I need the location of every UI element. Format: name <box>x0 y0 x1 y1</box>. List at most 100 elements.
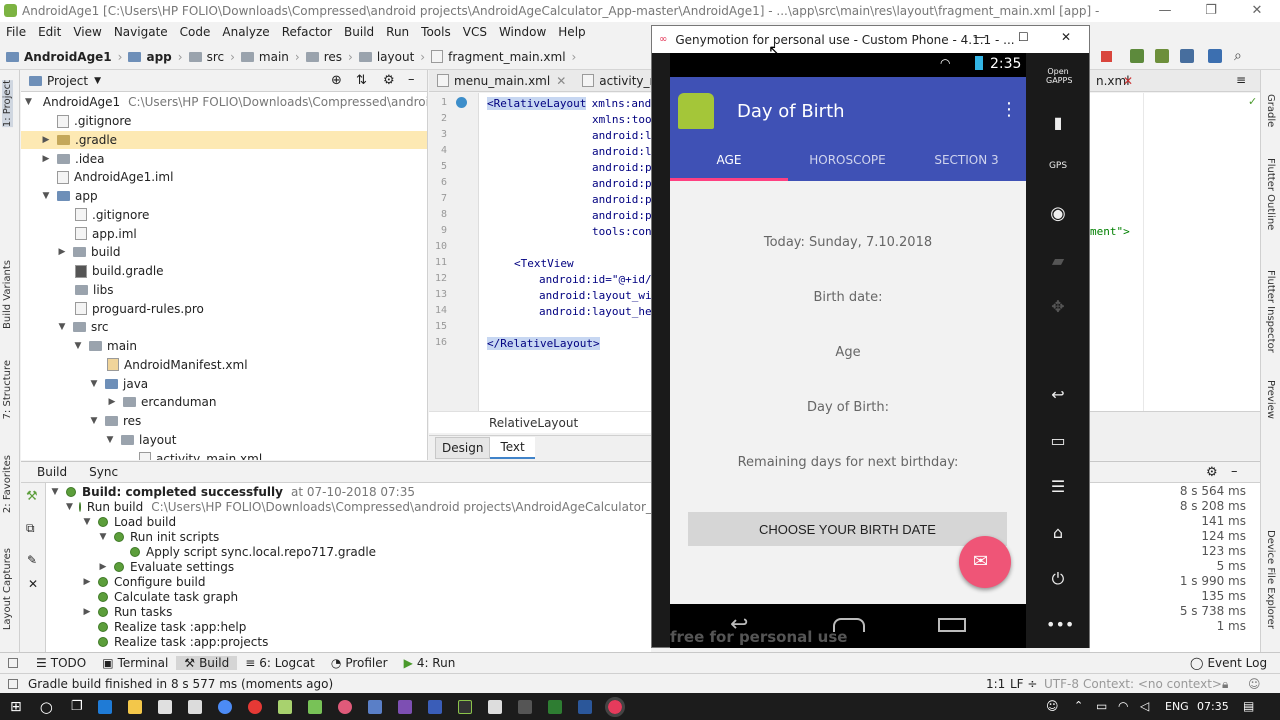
toggle-icon[interactable] <box>8 658 18 668</box>
build-node[interactable]: ▼ Load build <box>46 514 651 529</box>
chevron-down-icon[interactable]: ▼ <box>66 502 73 512</box>
tab-preview[interactable]: Preview <box>1265 380 1276 419</box>
chevron-down-icon[interactable]: ▼ <box>41 191 51 201</box>
opengapps-button[interactable]: Open GAPPS <box>1046 67 1072 91</box>
menu-tools[interactable]: Tools <box>415 25 457 39</box>
target-icon[interactable]: ⊕ <box>331 73 342 88</box>
tab-section-3[interactable]: SECTION 3 <box>907 153 1026 167</box>
tab-structure[interactable]: 7: Structure <box>2 360 13 419</box>
menu-vcs[interactable]: VCS <box>457 25 493 39</box>
menu-button-icon[interactable]: ☰ <box>1046 477 1070 501</box>
tree-item[interactable]: .gitignore <box>21 206 427 225</box>
tab-todo[interactable]: ☰ TODO <box>28 656 94 670</box>
tree-item[interactable]: ▼ layout <box>21 431 427 450</box>
tab-flutter-inspector[interactable]: Flutter Inspector <box>1265 270 1276 353</box>
tab-favorites[interactable]: 2: Favorites <box>2 455 13 513</box>
breadcrumb-layout[interactable]: layout › <box>358 50 425 64</box>
build-node[interactable]: ▶ Evaluate settings <box>46 559 651 574</box>
tree-item-root[interactable]: ▼ AndroidAge1 C:\Users\HP FOLIO\Downloads\… <box>21 93 427 112</box>
menu-help[interactable]: Help <box>552 25 591 39</box>
notepad-icon[interactable] <box>278 699 293 714</box>
tab-gradle[interactable]: Gradle <box>1265 94 1276 127</box>
device-icon[interactable] <box>1180 49 1194 63</box>
file-encoding[interactable]: UTF-8 <box>1044 677 1079 691</box>
lock-icon[interactable]: 🔒︎ <box>1222 677 1228 692</box>
tree-item[interactable]: ▶ build <box>21 243 427 262</box>
android-screen[interactable]: ◠ 2:35 Day of Birth ⋮ AGE HOROSCOPE SECT… <box>670 53 1026 648</box>
tabs-menu-icon[interactable]: ≡ <box>1236 73 1246 87</box>
avd-manager-icon[interactable] <box>1155 49 1169 63</box>
chevron-down-icon[interactable]: ▼ <box>82 517 92 527</box>
tab-flutter-outline[interactable]: Flutter Outline <box>1265 158 1276 230</box>
structure-icon[interactable] <box>1208 49 1222 63</box>
xml-breadcrumb[interactable]: RelativeLayout <box>429 411 651 433</box>
build-node[interactable]: ▼ Run build C:\Users\HP FOLIO\Downloads\Co… <box>46 499 651 514</box>
status-toggle-icon[interactable] <box>8 678 18 689</box>
menu-navigate[interactable]: Navigate <box>108 25 174 39</box>
close-icon[interactable]: ✕ <box>556 74 566 88</box>
menu-build[interactable]: Build <box>338 25 380 39</box>
menu-refactor[interactable]: Refactor <box>276 25 338 39</box>
chevron-right-icon[interactable]: ▶ <box>107 397 117 407</box>
build-node[interactable]: Apply script sync.local.repo717.gradle <box>46 544 651 559</box>
tab-build-variants[interactable]: Build Variants <box>2 260 13 329</box>
action-center-icon[interactable]: ▤ <box>1243 699 1254 713</box>
code-editor[interactable]: 1 2 3 4 5 6 7 8 9 10 11 12 13 14 15 16 <… <box>429 93 652 411</box>
chevron-down-icon[interactable]: ▼ <box>105 435 115 445</box>
chevron-right-icon[interactable]: ▶ <box>82 607 92 617</box>
gear-icon[interactable]: ⚙ <box>1206 465 1218 480</box>
search-icon[interactable]: ⌕ <box>1234 48 1242 64</box>
chevron-right-icon[interactable]: ▶ <box>41 135 51 145</box>
minimize-button[interactable]: — <box>1142 0 1188 22</box>
word-icon[interactable] <box>578 699 593 714</box>
tree-item[interactable]: ▼ res <box>21 412 427 431</box>
minimize-button[interactable]: — <box>974 30 986 44</box>
windows-start-icon[interactable]: ⊞ <box>10 699 22 715</box>
more-vert-icon[interactable]: ⋮ <box>1000 99 1018 120</box>
tab-device-file-explorer[interactable]: Device File Explorer <box>1265 530 1276 629</box>
tree-item[interactable]: app.iml <box>21 224 427 243</box>
mail-icon[interactable] <box>188 699 203 714</box>
maximize-button[interactable]: ☐ <box>1018 30 1029 44</box>
pin-icon[interactable]: ✎ <box>27 553 37 567</box>
clock[interactable]: 07:35 <box>1197 700 1229 713</box>
search-icon[interactable]: ○ <box>40 698 53 716</box>
gear-icon[interactable]: ⚙ <box>383 73 395 88</box>
tab-run[interactable]: ▶ 4: Run <box>396 656 464 670</box>
close-button[interactable]: ✕ <box>1234 0 1280 22</box>
tree-item[interactable]: ▶ ercanduman <box>21 393 427 412</box>
build-node[interactable]: ▼ Build: completed successfully at 07-10-2… <box>46 484 651 499</box>
email-fab[interactable]: ✉ <box>959 536 1011 588</box>
chevron-down-icon[interactable]: ▼ <box>89 379 99 389</box>
tab-horoscope[interactable]: HOROSCOPE <box>788 153 907 167</box>
notification-icon[interactable]: ☺ <box>1248 677 1261 691</box>
people-icon[interactable]: ☺ <box>1046 699 1059 713</box>
menu-window[interactable]: Window <box>493 25 552 39</box>
android-studio-icon[interactable] <box>308 699 323 714</box>
back-button-icon[interactable]: ↩ <box>1046 385 1070 409</box>
menu-view[interactable]: View <box>67 25 107 39</box>
tree-item[interactable]: AndroidAge1.iml <box>21 168 427 187</box>
close-icon[interactable]: ✕ <box>1123 74 1133 88</box>
breadcrumb-file[interactable]: fragment_main.xml › <box>431 50 576 64</box>
build-node[interactable]: Realize task :app:projects <box>46 634 651 649</box>
tab-text[interactable]: Text <box>490 437 535 459</box>
breadcrumb-main[interactable]: main › <box>240 50 300 64</box>
camera-widget-icon[interactable]: ◉ <box>1046 203 1070 227</box>
stop-icon[interactable] <box>1101 51 1112 62</box>
tab-menu-main[interactable]: menu_main.xml ✕ <box>429 70 574 92</box>
build-node[interactable]: Realize task :app:help <box>46 619 651 634</box>
more-icon[interactable]: ••• <box>1046 615 1074 639</box>
tab-sync[interactable]: Sync <box>89 465 118 479</box>
restore-icon[interactable]: ⧉ <box>26 521 35 536</box>
tab-project[interactable]: 1: Project <box>2 80 13 128</box>
class-marker-icon[interactable] <box>456 97 467 108</box>
tree-item[interactable]: activity_main.xml <box>21 449 427 460</box>
virtualbox-icon[interactable] <box>368 699 383 714</box>
build-node[interactable]: ▼ Run init scripts <box>46 529 651 544</box>
snipping-icon[interactable] <box>488 699 503 714</box>
line-separator[interactable]: LF ÷ <box>1010 677 1037 691</box>
chevron-right-icon[interactable]: ▶ <box>98 562 108 572</box>
powershell-icon[interactable] <box>428 699 443 714</box>
tab-event-log[interactable]: ◯ Event Log <box>1182 656 1275 670</box>
